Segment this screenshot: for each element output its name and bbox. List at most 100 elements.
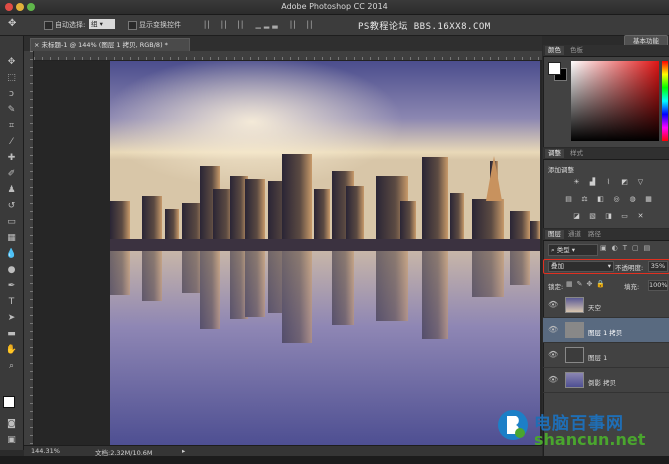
auto-select-label: 自动选择:: [55, 21, 86, 29]
show-transform-checkbox[interactable]: [128, 21, 137, 30]
filter-search-icon: ⌕: [551, 246, 555, 254]
photo-filter-icon[interactable]: ◎: [612, 195, 621, 203]
eraser-icon[interactable]: ▭: [5, 216, 18, 229]
blur-icon[interactable]: 💧: [5, 248, 18, 261]
add-adjustment-title: 添加调整: [548, 166, 574, 174]
gradient-icon[interactable]: ▦: [5, 232, 18, 245]
tab-color[interactable]: 颜色: [545, 46, 564, 55]
hue-saturation-icon[interactable]: ▤: [564, 195, 573, 203]
align-icons[interactable]: ▕▏▕▏▕▏ ▁▂▃ ▕▏▕▏: [200, 21, 350, 29]
document-tab[interactable]: × 未标题-1 @ 144% (图层 1 拷贝, RGB/8) *: [30, 38, 190, 51]
tab-styles[interactable]: 样式: [567, 149, 586, 158]
hand-icon[interactable]: ✋: [5, 344, 18, 357]
lock-label: 锁定:: [548, 283, 564, 291]
chevron-down-icon: ▾: [607, 262, 611, 270]
path-select-icon[interactable]: ➤: [5, 312, 18, 325]
auto-select-dropdown[interactable]: 组 ▾: [89, 19, 115, 29]
forum-watermark: PS教程论坛 BBS.16XX8.COM: [358, 22, 491, 32]
window-title-bar: Adobe Photoshop CC 2014: [0, 0, 669, 15]
marquee-icon[interactable]: ⬚: [5, 72, 18, 85]
filter-kind-value: 类型: [556, 246, 570, 254]
auto-select-checkbox[interactable]: [44, 21, 53, 30]
visibility-eye-icon[interactable]: 👁: [548, 300, 558, 310]
black-white-icon[interactable]: ◧: [596, 195, 605, 203]
pen-icon[interactable]: ✒: [5, 280, 18, 293]
layer-thumbnail: [565, 322, 584, 338]
fill-label: 填充:: [624, 283, 640, 291]
healing-brush-icon[interactable]: ✚: [5, 152, 18, 165]
lasso-icon[interactable]: ↄ: [5, 88, 18, 101]
vibrance-icon[interactable]: ▽: [636, 178, 645, 186]
color-balance-icon[interactable]: ⚖: [580, 195, 589, 203]
fill-field[interactable]: 100%: [648, 280, 668, 291]
dodge-icon[interactable]: ●: [5, 264, 18, 277]
levels-icon[interactable]: ▟: [588, 178, 597, 186]
document-canvas-image[interactable]: [110, 61, 540, 445]
blend-mode-dropdown[interactable]: 叠加 ▾: [548, 261, 614, 272]
document-tab-label: 未标题-1 @ 144% (图层 1 拷贝, RGB/8) *: [41, 41, 168, 49]
color-picker-field[interactable]: [571, 61, 659, 141]
blend-mode-value: 叠加: [551, 262, 564, 270]
foreground-color-swatch[interactable]: [3, 396, 15, 408]
brand-domain: shancun.net: [534, 430, 646, 449]
tab-channels[interactable]: 通道: [565, 230, 584, 239]
exposure-icon[interactable]: ◩: [620, 178, 629, 186]
visibility-eye-icon[interactable]: 👁: [548, 375, 558, 385]
type-icon[interactable]: T: [5, 296, 18, 309]
selective-color-icon[interactable]: ✕: [636, 212, 645, 220]
move-tool-icon[interactable]: ✥: [8, 18, 16, 29]
visibility-eye-icon[interactable]: 👁: [548, 350, 558, 360]
quick-mask-icon[interactable]: ◙: [5, 418, 18, 431]
eyedropper-icon[interactable]: ⁄: [5, 136, 18, 149]
layer-thumbnail: [565, 347, 584, 363]
layer-name: 图层 1: [588, 354, 608, 362]
color-lookup-icon[interactable]: ▦: [644, 195, 653, 203]
layer-name: 天空: [588, 304, 601, 312]
fg-color-chip[interactable]: [548, 62, 561, 75]
move-icon[interactable]: ✥: [5, 56, 18, 69]
opacity-field[interactable]: 35%: [648, 261, 668, 272]
brush-icon[interactable]: ✐: [5, 168, 18, 181]
zoom-icon[interactable]: ⌕: [5, 360, 18, 373]
options-bar: ✥ 自动选择: 组 ▾ 显示变换控件 ▕▏▕▏▕▏ ▁▂▃ ▕▏▕▏ 基本功能: [0, 15, 669, 48]
tab-layers[interactable]: 图层: [545, 230, 564, 239]
threshold-icon[interactable]: ◨: [604, 212, 613, 220]
gradient-map-icon[interactable]: ▭: [620, 212, 629, 220]
layer-filter-icons[interactable]: ▣◐T▢▤: [600, 244, 655, 252]
channel-mixer-icon[interactable]: ◍: [628, 195, 637, 203]
clone-stamp-icon[interactable]: ♟: [5, 184, 18, 197]
auto-select-value: 组: [91, 20, 98, 28]
tab-close-icon[interactable]: ×: [34, 41, 39, 49]
layers-panel-tabs: 图层 通道 路径: [543, 229, 669, 241]
curves-icon[interactable]: ⌇: [604, 178, 613, 186]
layer-name: 图层 1 拷贝: [588, 329, 623, 337]
brightness-icon[interactable]: ☀: [572, 178, 581, 186]
app-title: Adobe Photoshop CC 2014: [281, 2, 388, 11]
zoom-level[interactable]: 144.31%: [31, 447, 60, 455]
status-arrow-icon[interactable]: ▸: [182, 447, 185, 455]
tools-panel: ✥ ⬚ ↄ ✎ ⌗ ⁄ ✚ ✐ ♟ ↺ ▭ ▦ 💧 ● ✒ T ➤ ▬ ✋ ⌕ …: [0, 36, 24, 450]
city-skyline-image: [110, 61, 540, 445]
layer-thumbnail: [565, 297, 584, 313]
color-panel-tabs: 颜色 色板: [543, 45, 669, 57]
dock-strip: [0, 456, 669, 464]
hue-slider[interactable]: [662, 61, 668, 141]
quick-select-icon[interactable]: ✎: [5, 104, 18, 117]
tab-paths[interactable]: 路径: [585, 230, 604, 239]
lock-icons[interactable]: ▦✎✥🔒: [566, 280, 609, 288]
tab-adjustments[interactable]: 调整: [545, 149, 564, 158]
layer-row[interactable]: [543, 293, 669, 318]
tab-swatches[interactable]: 色板: [567, 46, 586, 55]
vertical-ruler: [24, 51, 34, 445]
posterize-icon[interactable]: ▧: [588, 212, 597, 220]
crop-icon[interactable]: ⌗: [5, 120, 18, 133]
shape-icon[interactable]: ▬: [5, 328, 18, 341]
layer-thumbnail: [565, 372, 584, 388]
adjustments-panel-tabs: 调整 样式: [543, 148, 669, 160]
invert-icon[interactable]: ◪: [572, 212, 581, 220]
show-transform-label: 显示变换控件: [139, 21, 181, 29]
visibility-eye-icon[interactable]: 👁: [548, 325, 558, 335]
layer-filter-dropdown[interactable]: ⌕ 类型 ▾: [548, 244, 598, 256]
screen-mode-icon[interactable]: ▣: [5, 434, 18, 447]
history-brush-icon[interactable]: ↺: [5, 200, 18, 213]
